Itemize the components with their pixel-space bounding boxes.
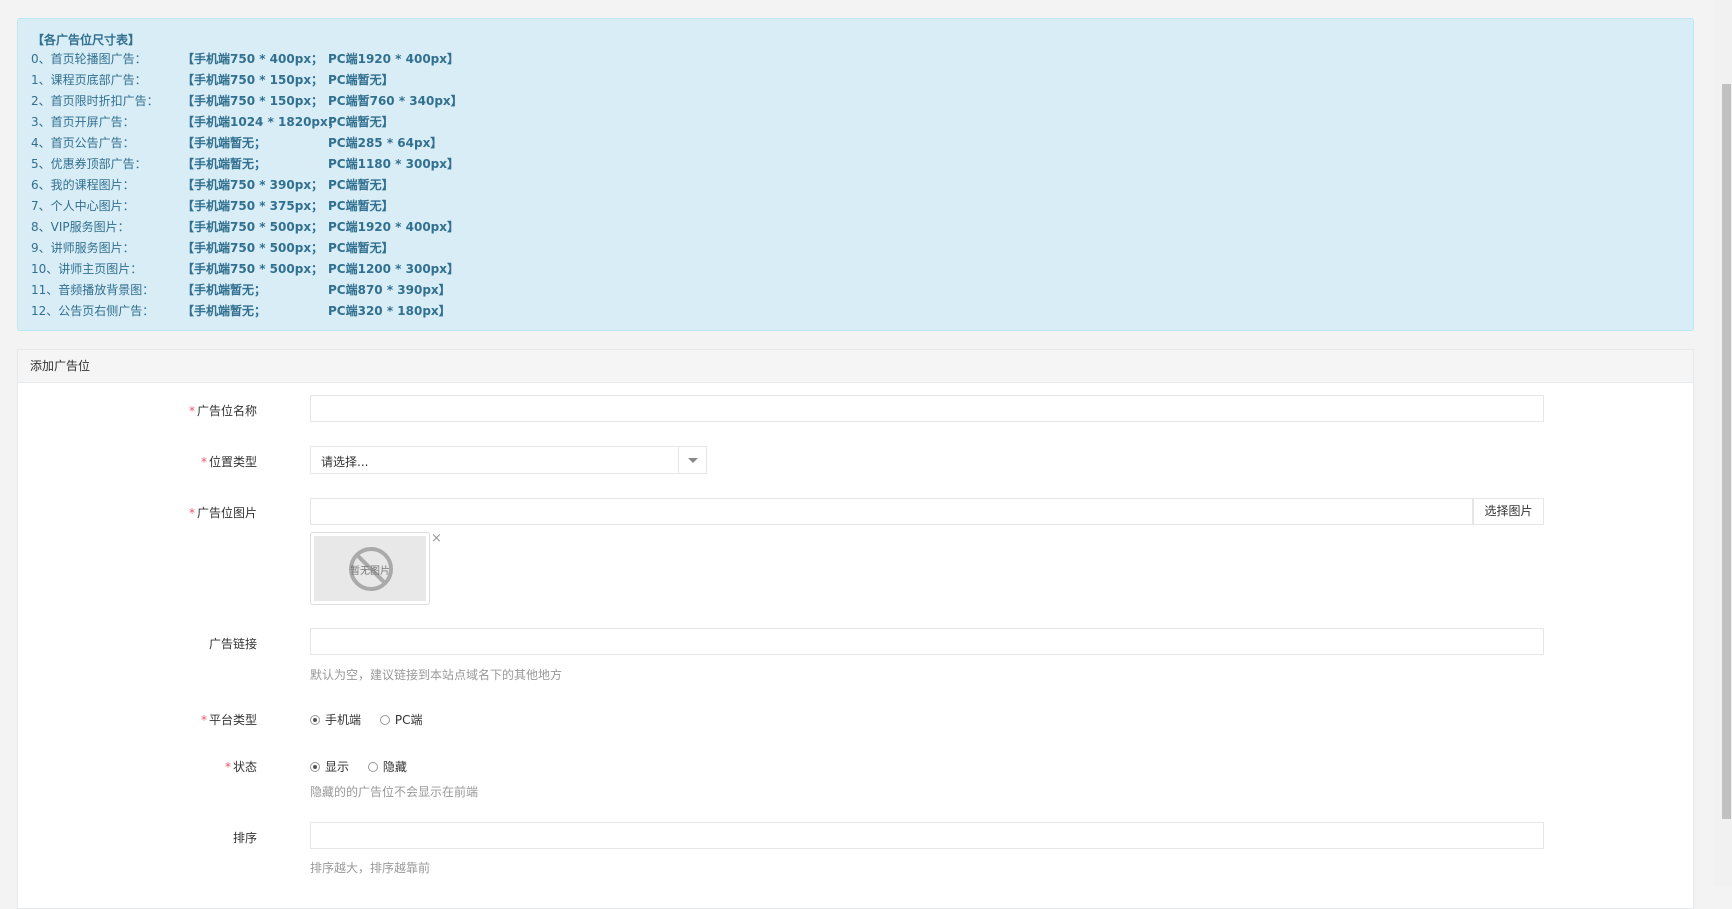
chevron-down-icon bbox=[688, 458, 698, 463]
size-info-mobile: 【手机端750 * 500px； bbox=[182, 241, 324, 255]
image-path-input[interactable] bbox=[310, 498, 1473, 525]
size-info-mobile: 【手机端暂无； bbox=[182, 304, 267, 318]
size-info-mobile: 【手机端暂无； bbox=[182, 283, 267, 297]
link-label: 广告链接 bbox=[209, 635, 257, 652]
platform-label-text: 平台类型 bbox=[208, 713, 257, 727]
size-info-box: 【各广告位尺寸表】 0、首页轮播图广告： 【手机端750 * 400px； PC端1… bbox=[17, 18, 1694, 331]
sort-input[interactable] bbox=[310, 822, 1544, 849]
size-info-label: 7、个人中心图片： bbox=[31, 199, 135, 213]
size-info-label: 9、讲师服务图片： bbox=[31, 241, 135, 255]
radio-label: 显示 bbox=[325, 760, 350, 774]
radio-dot bbox=[367, 762, 378, 772]
size-info-pc: PC端暂无】 bbox=[328, 199, 394, 213]
radio-dot bbox=[310, 762, 320, 772]
size-info-mobile: 【手机端750 * 500px； bbox=[182, 262, 324, 276]
radio-label: 手机端 bbox=[325, 713, 362, 727]
size-info-mobile: 【手机端750 * 150px； bbox=[182, 94, 324, 108]
radio-label: 隐藏 bbox=[382, 760, 407, 774]
panel-heading: 添加广告位 bbox=[18, 350, 1693, 383]
scrollbar-thumb[interactable] bbox=[1722, 84, 1731, 819]
size-info-title: 【各广告位尺寸表】 bbox=[32, 33, 141, 47]
position-type-label: * 位置类型 bbox=[201, 453, 257, 470]
page-content: 【各广告位尺寸表】 0、首页轮播图广告： 【手机端750 * 400px； PC端1… bbox=[0, 0, 1714, 909]
size-info-pc: PC端320 * 180px】 bbox=[328, 304, 451, 318]
name-input[interactable] bbox=[310, 395, 1544, 422]
size-info-pc: PC端1200 * 300px】 bbox=[328, 262, 460, 276]
size-info-label: 5、优惠券顶部广告： bbox=[31, 157, 147, 171]
required-mark: * bbox=[200, 713, 207, 727]
size-info-pc: PC端暂无】 bbox=[328, 73, 394, 87]
choose-image-button[interactable]: 选择图片 bbox=[1473, 498, 1544, 525]
position-type-value: 请选择... bbox=[321, 455, 369, 469]
sort-label-text: 排序 bbox=[232, 831, 257, 845]
status-label: * 状态 bbox=[225, 758, 257, 775]
size-info-mobile: 【手机端750 * 150px； bbox=[182, 73, 324, 87]
required-mark: * bbox=[224, 760, 231, 774]
platform-label: * 平台类型 bbox=[201, 711, 257, 728]
size-info-pc: PC端暂无】 bbox=[328, 241, 394, 255]
position-type-label-text: 位置类型 bbox=[208, 455, 257, 469]
size-info-pc: PC端1180 * 300px】 bbox=[328, 157, 460, 171]
size-info-mobile: 【手机端暂无； bbox=[182, 157, 267, 171]
platform-radio-mobile[interactable]: 手机端 bbox=[310, 711, 361, 728]
no-image-placeholder: 暂无图片 bbox=[314, 536, 426, 601]
no-image-text: 暂无图片 bbox=[350, 566, 390, 577]
size-info-label: 3、首页开屏广告： bbox=[31, 115, 135, 129]
required-mark: * bbox=[188, 404, 195, 418]
size-info-pc: PC端暂无】 bbox=[328, 178, 394, 192]
name-label: * 广告位名称 bbox=[189, 402, 257, 419]
size-info-mobile: 【手机端1024 * 1820px； bbox=[182, 115, 340, 129]
platform-radio-group: 手机端 PC端 bbox=[310, 711, 437, 728]
status-help: 隐藏的的广告位不会显示在前端 bbox=[310, 785, 479, 799]
status-label-text: 状态 bbox=[232, 760, 257, 774]
image-thumbnail: 暂无图片 bbox=[310, 532, 430, 605]
status-radio-hide[interactable]: 隐藏 bbox=[367, 758, 407, 775]
size-info-mobile: 【手机端750 * 375px； bbox=[182, 199, 324, 213]
size-info-mobile: 【手机端750 * 500px； bbox=[182, 220, 324, 234]
size-info-label: 1、课程页底部广告： bbox=[31, 73, 147, 87]
link-label-text: 广告链接 bbox=[208, 637, 257, 651]
status-radio-group: 显示 隐藏 bbox=[310, 758, 422, 775]
name-label-text: 广告位名称 bbox=[196, 404, 257, 418]
select-toggle[interactable] bbox=[678, 447, 706, 473]
size-info-pc: PC端1920 * 400px】 bbox=[328, 52, 460, 66]
image-label: * 广告位图片 bbox=[189, 504, 257, 521]
size-info-mobile: 【手机端750 * 390px； bbox=[182, 178, 324, 192]
radio-dot bbox=[379, 715, 390, 725]
size-info-label: 0、首页轮播图广告： bbox=[31, 52, 147, 66]
sort-label: 排序 bbox=[233, 829, 257, 846]
size-info-pc: PC端870 * 390px】 bbox=[328, 283, 451, 297]
size-info-label: 6、我的课程图片： bbox=[31, 178, 135, 192]
image-label-text: 广告位图片 bbox=[196, 506, 257, 520]
add-ad-panel: 添加广告位 * 广告位名称 * 位置类型 请选择... * 广告位图片 选择图片 暂无… bbox=[17, 349, 1694, 909]
size-info-pc: PC端暂无】 bbox=[328, 115, 394, 129]
sort-help: 排序越大，排序越靠前 bbox=[310, 861, 431, 875]
size-info-label: 2、首页限时折扣广告： bbox=[31, 94, 159, 108]
position-type-select[interactable]: 请选择... bbox=[310, 446, 707, 474]
size-info-pc: PC端285 * 64px】 bbox=[328, 136, 443, 150]
size-info-label: 8、VIP服务图片： bbox=[31, 220, 130, 234]
required-mark: * bbox=[200, 455, 207, 469]
link-input[interactable] bbox=[310, 628, 1544, 655]
size-info-pc: PC端暂760 * 340px】 bbox=[328, 94, 463, 108]
size-info-label: 12、公告页右侧广告： bbox=[31, 304, 155, 318]
status-radio-show[interactable]: 显示 bbox=[310, 758, 349, 775]
size-info-mobile: 【手机端暂无； bbox=[182, 136, 267, 150]
size-info-mobile: 【手机端750 * 400px； bbox=[182, 52, 324, 66]
size-info-pc: PC端1920 * 400px】 bbox=[328, 220, 460, 234]
remove-image-icon[interactable]: × bbox=[431, 531, 442, 546]
platform-radio-pc[interactable]: PC端 bbox=[379, 711, 423, 728]
radio-dot bbox=[310, 715, 320, 725]
required-mark: * bbox=[188, 506, 195, 520]
size-info-label: 4、首页公告广告： bbox=[31, 136, 135, 150]
size-info-label: 10、讲师主页图片： bbox=[31, 262, 143, 276]
link-help: 默认为空，建议链接到本站点域名下的其他地方 bbox=[310, 668, 563, 682]
radio-label: PC端 bbox=[394, 713, 423, 727]
size-info-label: 11、音频播放背景图： bbox=[31, 283, 155, 297]
